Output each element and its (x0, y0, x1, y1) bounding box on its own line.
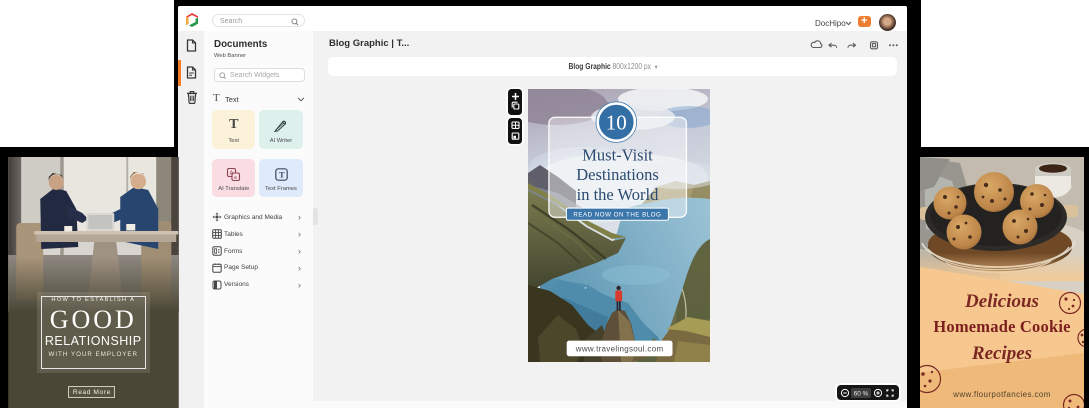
svg-text:a: a (234, 175, 237, 181)
svg-text:Must-Visit: Must-Visit (583, 146, 654, 165)
svg-text:in the World: in the World (577, 185, 660, 204)
svg-text:Destinations: Destinations (577, 165, 660, 184)
svg-text:T: T (279, 169, 285, 179)
svg-text:READ NOW ON THE BLOG: READ NOW ON THE BLOG (574, 212, 662, 219)
svg-text:60 %: 60 % (854, 390, 869, 397)
svg-text:www.travelingsoul.com: www.travelingsoul.com (575, 344, 664, 353)
svg-text:10: 10 (606, 111, 627, 135)
svg-text:A: A (230, 170, 234, 176)
